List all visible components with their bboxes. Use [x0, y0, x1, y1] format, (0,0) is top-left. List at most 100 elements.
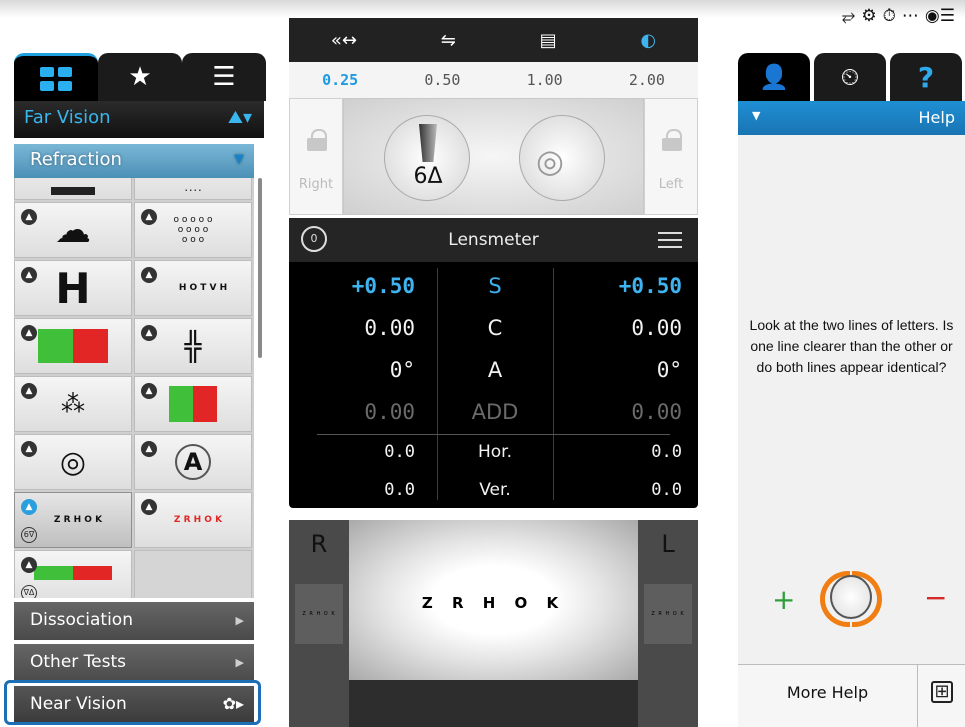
- step-option[interactable]: 0.25: [322, 71, 358, 89]
- eyes-swap-icon[interactable]: ⇋: [441, 30, 456, 51]
- mountain-icon: ▲: [21, 383, 37, 399]
- test-cell[interactable]: ▲ ☁: [14, 202, 132, 258]
- refraction-section[interactable]: Refraction ▼: [14, 144, 254, 178]
- lock-icon: [662, 129, 682, 151]
- expand-icon[interactable]: ⊞: [931, 681, 953, 703]
- timer-icon[interactable]: ⏱: [883, 3, 896, 29]
- tab-help[interactable]: ?: [890, 53, 962, 101]
- cross-cylinder-icon: ╬: [184, 329, 202, 363]
- test-cell[interactable]: [14, 178, 132, 200]
- test-scrollbar[interactable]: [258, 178, 262, 358]
- row-label: Ver.: [479, 480, 511, 500]
- chart-text: Z R H O K: [421, 594, 566, 612]
- tab-charts-grid[interactable]: [14, 53, 98, 101]
- sphere-row[interactable]: +0.50 S +0.50: [289, 266, 698, 308]
- tab-patient[interactable]: 👤: [738, 53, 810, 101]
- hotv-chart-icon: H O T V H: [178, 283, 228, 293]
- nav-other-tests[interactable]: Other Tests ▶: [14, 644, 254, 682]
- axis-row[interactable]: 0° A 0°: [289, 350, 698, 392]
- tree-symbol-icon: ☁: [55, 209, 91, 251]
- tab-favorites[interactable]: ★: [98, 53, 182, 101]
- red-green-bar-icon: [34, 566, 112, 580]
- star-icon: ★: [128, 62, 152, 92]
- connection-icon[interactable]: ⥂: [842, 3, 856, 29]
- test-cell[interactable]: ▲ ╬: [134, 318, 252, 374]
- step-option[interactable]: 2.00: [629, 71, 665, 89]
- prism-display: 6Δ ◎: [343, 98, 644, 215]
- display-footer: [349, 680, 638, 727]
- lens-light-icon[interactable]: ◐: [640, 30, 656, 51]
- chart-card-icon[interactable]: ▤: [540, 30, 557, 51]
- reset-icon[interactable]: 0: [301, 226, 327, 252]
- chart-display: Z R H O K: [349, 520, 638, 680]
- mountain-dropdown-icon[interactable]: ⛰▾: [228, 107, 252, 128]
- help-panel: 👤 ⏲ ? ▼ Help Look at the two lines of le…: [738, 47, 965, 727]
- test-cell-selected[interactable]: ▲ Z R H O K 6∇: [14, 492, 132, 548]
- help-footer: More Help ⊞: [738, 664, 965, 727]
- cross-cylinder-dial-icon[interactable]: [820, 567, 882, 629]
- test-cell[interactable]: ▲ ο ο ο ο οο ο ο οο ο ο: [134, 202, 252, 258]
- row-label: Hor.: [477, 442, 513, 462]
- chart-tabs: ★ ☰: [14, 47, 266, 101]
- test-cell[interactable]: • • • •: [134, 178, 252, 200]
- tab-list[interactable]: ☰: [182, 53, 266, 101]
- test-cell[interactable]: ▲ ⁂: [14, 376, 132, 432]
- left-value: 0°: [656, 358, 682, 382]
- prism-mode-icon[interactable]: «↔: [331, 30, 357, 51]
- chevron-down-icon: ▼: [234, 152, 244, 167]
- test-cell[interactable]: ▲ H: [14, 260, 132, 316]
- cylinder-row[interactable]: 0.00 C 0.00: [289, 308, 698, 350]
- mountain-icon: ▲: [21, 441, 37, 457]
- plus-button[interactable]: +: [772, 583, 795, 616]
- test-cell[interactable]: ▲ ∇Δ: [14, 550, 132, 598]
- far-vision-selector[interactable]: Far Vision ⛰▾: [14, 101, 264, 138]
- settings-gear-icon[interactable]: ⚙: [861, 3, 876, 29]
- test-cell[interactable]: ▲ A: [134, 434, 252, 490]
- mountain-icon: ▲: [141, 325, 157, 341]
- section-label: Refraction: [30, 149, 122, 170]
- left-eye-panel[interactable]: L Z R H O K: [638, 520, 698, 727]
- mountain-icon: ▲: [141, 441, 157, 457]
- prism-badge: 6∇: [21, 527, 37, 543]
- bar-chart-icon: [51, 187, 95, 195]
- mountain-icon: ▲: [21, 325, 37, 341]
- nav-label: Other Tests: [30, 652, 127, 672]
- circles-chart-icon: ο ο ο ο οο ο ο οο ο ο: [173, 215, 213, 245]
- step-option[interactable]: 0.50: [424, 71, 460, 89]
- help-bar[interactable]: ▼ Help: [738, 101, 965, 135]
- menu-icon[interactable]: [658, 232, 682, 248]
- status-icons: ⥂ ⚙ ⏱ ⋯ ◉☰: [842, 3, 955, 29]
- nav-dissociation[interactable]: Dissociation ▶: [14, 602, 254, 640]
- grid-icon: [40, 66, 72, 91]
- test-cell[interactable]: ▲: [134, 376, 252, 432]
- left-value: 0.00: [631, 400, 682, 424]
- step-option[interactable]: 1.00: [527, 71, 563, 89]
- test-cell[interactable]: ▲ H O T V H: [134, 260, 252, 316]
- test-cell[interactable]: ▲ Z R H O K: [134, 492, 252, 548]
- minus-button[interactable]: −: [924, 581, 947, 614]
- tab-history[interactable]: ⏲: [814, 53, 886, 101]
- lock-right-button[interactable]: Right: [289, 98, 343, 215]
- test-cell[interactable]: ▲: [14, 318, 132, 374]
- more-help-button[interactable]: More Help: [738, 665, 918, 727]
- eye-button[interactable]: ◎: [519, 115, 605, 201]
- test-cell[interactable]: ▲ ◎: [14, 434, 132, 490]
- prism-badge: ∇Δ: [21, 585, 37, 598]
- right-value: +0.50: [351, 274, 415, 298]
- help-title: Help: [918, 108, 955, 127]
- eye-icon: ◎: [536, 142, 564, 180]
- prism-body: Right 6Δ ◎ Left: [289, 98, 698, 215]
- add-row[interactable]: 0.00 ADD 0.00: [289, 392, 698, 434]
- help-instruction: Look at the two lines of letters. Is one…: [749, 317, 954, 375]
- nav-label: Dissociation: [30, 610, 133, 630]
- prism-button[interactable]: 6Δ: [384, 115, 470, 201]
- right-eye-panel[interactable]: R Z R H O K: [289, 520, 349, 727]
- vertical-prism-row[interactable]: 0.0 Ver. 0.0: [289, 470, 698, 510]
- toggle-menu-icon[interactable]: ◉☰: [925, 3, 955, 29]
- lock-left-button[interactable]: Left: [644, 98, 698, 215]
- horizontal-prism-row[interactable]: 0.0 Hor. 0.0: [289, 432, 698, 472]
- letter-chart-icon: • • • •: [184, 188, 202, 194]
- lensmeter-header: 0 Lensmeter: [289, 218, 698, 262]
- left-eye-label: L: [661, 530, 675, 558]
- left-value: 0.0: [651, 480, 682, 500]
